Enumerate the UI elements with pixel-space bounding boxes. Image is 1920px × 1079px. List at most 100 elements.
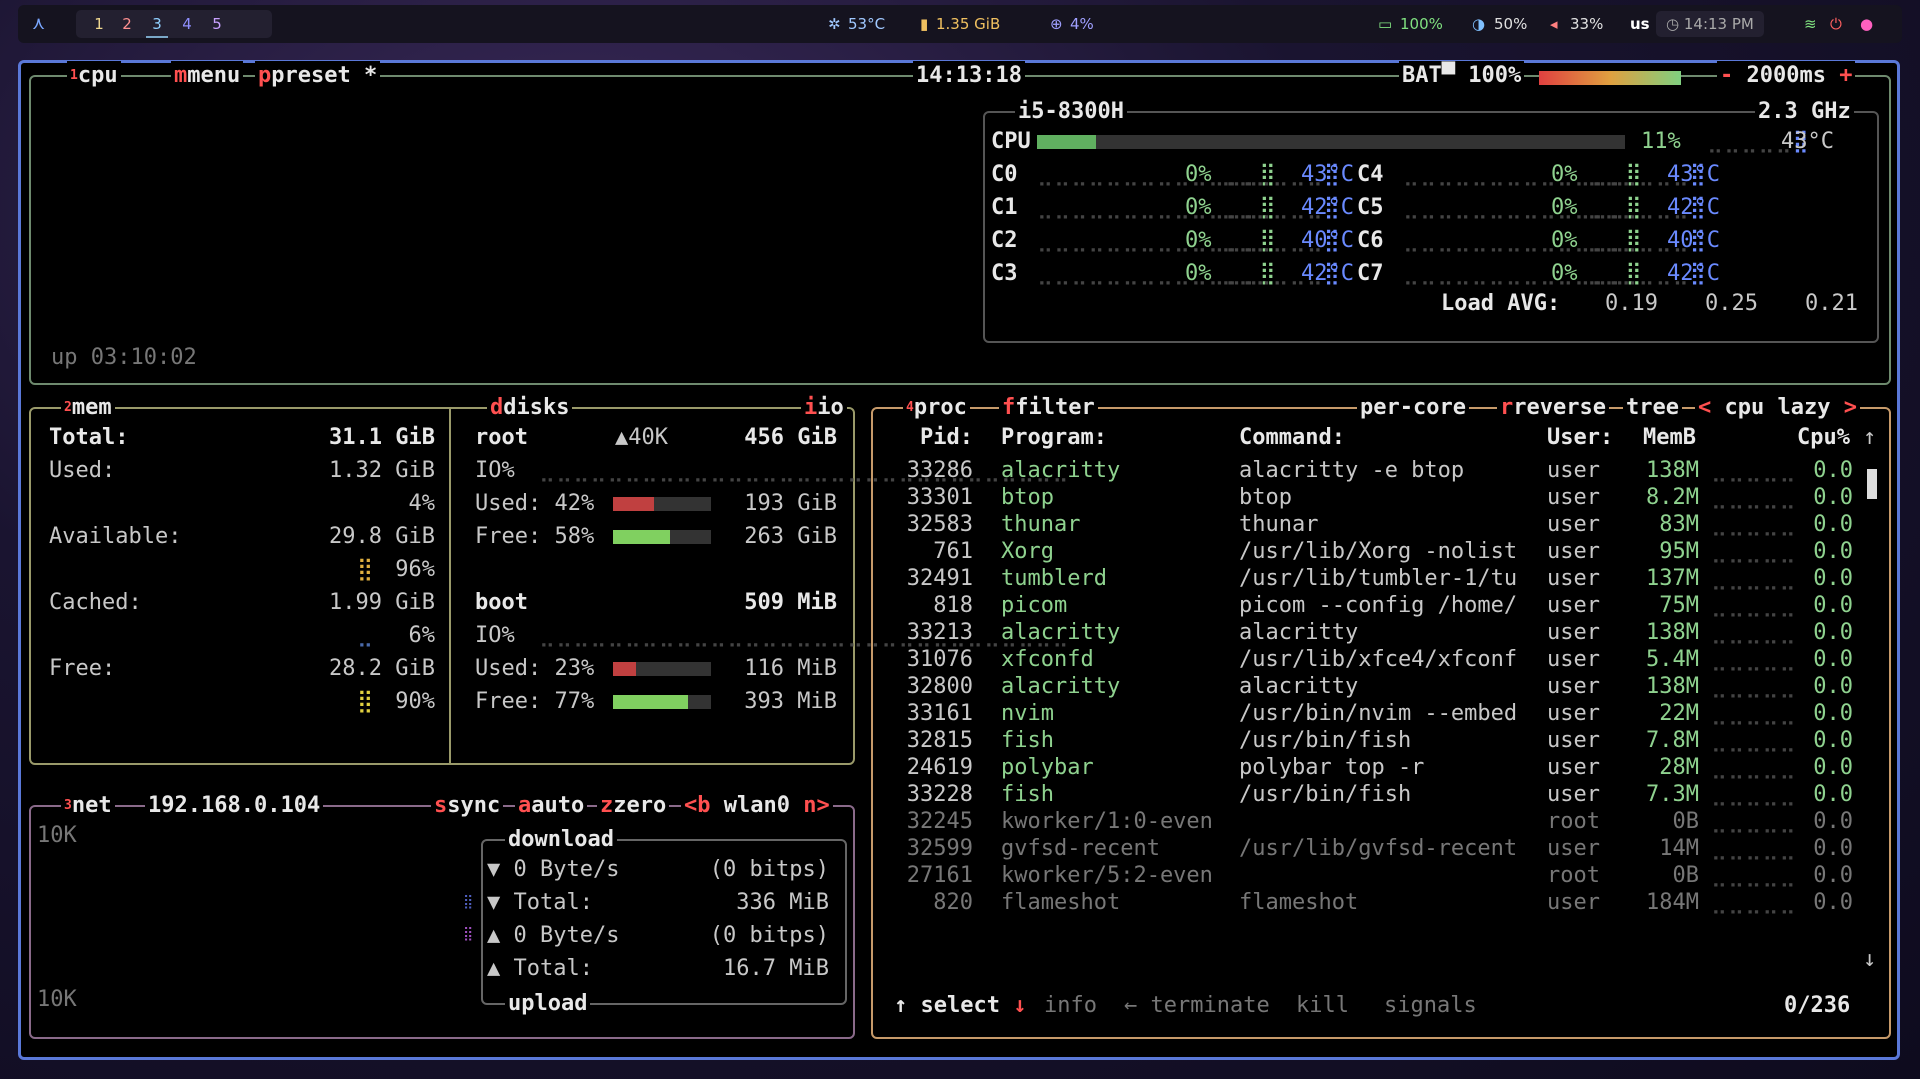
proc-user: user — [1547, 458, 1600, 483]
load-avg-label: Load AVG: — [1441, 291, 1561, 316]
proc-reverse-toggle[interactable]: rreverse — [1497, 393, 1609, 423]
disks-panel-title[interactable]: ddisks — [487, 393, 573, 423]
scroll-up-icon[interactable]: ↑ — [1863, 423, 1876, 453]
arch-logo-icon[interactable]: ⋏ — [32, 5, 45, 43]
proc-cpu: 0.0 — [1813, 485, 1853, 510]
mem-cached-value: 1.99 GiB — [329, 590, 435, 615]
proc-row[interactable]: 31076 xfconfd/usr/lib/xfce4/xfconf user 5.4… — [873, 645, 1889, 675]
net-panel-title[interactable]: 3net — [61, 791, 115, 821]
proc-row[interactable]: 818 picom picom --config /home/user 75M ⣀⣀⣀⣀… — [873, 591, 1889, 621]
proc-info-button[interactable]: info — [1041, 991, 1100, 1021]
proc-sort-selector[interactable]: < cpu lazy > — [1695, 393, 1860, 423]
proc-user: user — [1547, 593, 1600, 618]
proc-row[interactable]: 24619 polybar polybar top -r user 28M ⣀⣀⣀⣀⣀ 0.… — [873, 753, 1889, 783]
proc-header-command[interactable]: Command: — [1239, 423, 1345, 453]
proc-tree-toggle[interactable]: tree — [1623, 393, 1682, 423]
proc-program: tumblerd — [1001, 566, 1107, 591]
disk-root-name: root — [475, 425, 528, 450]
upload-rate: ▲ 0 Byte/s — [487, 923, 620, 948]
disk-root-used-value: 193 GiB — [744, 491, 837, 516]
download-total: 336 MiB — [736, 890, 829, 915]
proc-row[interactable]: 32815 fish/usr/bin/fish user 7.8M ⣀⣀⣀⣀⣀ 0.0 — [873, 726, 1889, 756]
cpu-clock: 14:13:18 — [913, 61, 1025, 91]
proc-user: user — [1547, 782, 1600, 807]
proc-filter-button[interactable]: ffilter — [999, 393, 1098, 423]
proc-per-core-toggle[interactable]: per-core — [1357, 393, 1469, 423]
proc-program: kworker/5:2-even — [1001, 863, 1213, 888]
brightness-value[interactable]: 50% — [1494, 5, 1527, 43]
menu-button[interactable]: mmenu — [171, 61, 244, 91]
proc-pid: 818 — [933, 593, 973, 618]
proc-panel-title[interactable]: 4proc — [903, 393, 970, 423]
proc-user: user — [1547, 620, 1600, 645]
cpu-panel: 1cpu mmenu ppreset * 14:13:18 BAT▀ 100% … — [29, 61, 1891, 385]
proc-row[interactable]: 32599 gvfsd-recent/usr/lib/gvfsd-recent us… — [873, 834, 1889, 864]
proc-row[interactable]: 820 flameshot flameshot user 184M ⣀⣀⣀⣀⣀ 0.0 — [873, 888, 1889, 918]
proc-row[interactable]: 33228 fish/usr/bin/fish user 7.3M ⣀⣀⣀⣀⣀ 0.0 — [873, 780, 1889, 810]
proc-mem: 0B — [1672, 863, 1700, 888]
proc-header-cpu[interactable]: Cpu% — [1797, 423, 1850, 453]
proc-kill-button[interactable]: kill — [1293, 991, 1352, 1021]
workspace-5[interactable]: 5 — [206, 10, 228, 38]
mem-cached-label: Cached: — [49, 590, 142, 615]
disk-root-free-label: Free: 58% — [475, 524, 595, 549]
proc-scrollbar[interactable] — [1867, 469, 1877, 499]
cpu-core-temp: 40°C — [1667, 228, 1720, 253]
btop-terminal: 1cpu mmenu ppreset * 14:13:18 BAT▀ 100% … — [18, 60, 1900, 1060]
disks-io-toggle[interactable]: iio — [801, 393, 847, 423]
battery-label: BAT▀ 100% — [1399, 61, 1525, 91]
cpu-core-name: C3 — [991, 261, 1018, 286]
workspace-1[interactable]: 1 — [88, 10, 110, 38]
net-interface-selector[interactable]: <b wlan0 n> — [681, 791, 833, 821]
proc-header-pid[interactable]: Pid: — [883, 423, 973, 453]
wifi-icon[interactable]: ≋ — [1804, 5, 1817, 43]
proc-row[interactable]: 33286 alacritty alacritty -e btop user 138M ⣀… — [873, 456, 1889, 486]
proc-signals-button[interactable]: signals — [1381, 991, 1480, 1021]
workspace-2[interactable]: 2 — [116, 10, 138, 38]
proc-program: xfconfd — [1001, 647, 1094, 672]
proc-cpu-graph: ⣀⣀⣀⣀⣀ — [1711, 512, 1797, 537]
proc-cpu-graph: ⣀⣀⣀⣀⣀ — [1711, 809, 1797, 834]
disk-root-io-rate: ▲40K — [615, 425, 668, 450]
proc-program: Xorg — [1001, 539, 1054, 564]
proc-mem: 5.4M — [1646, 647, 1699, 672]
net-auto-toggle[interactable]: aauto — [515, 791, 588, 821]
workspace-4[interactable]: 4 — [176, 10, 198, 38]
scroll-down-icon[interactable]: ↓ — [1863, 945, 1876, 975]
proc-pid: 33301 — [906, 485, 973, 510]
cpu-panel-title[interactable]: 1cpu — [67, 61, 121, 91]
proc-row[interactable]: 761 Xorg/usr/lib/Xorg -nolist user 95M ⣀⣀⣀⣀⣀… — [873, 537, 1889, 567]
cpu-total-temp: 43°C — [1781, 129, 1834, 154]
interval-control[interactable]: - 2000ms + — [1717, 61, 1856, 91]
disk-boot-free-value: 393 MiB — [744, 689, 837, 714]
proc-row[interactable]: 33301 btop btop user 8.2M ⣀⣀⣀⣀⣀ 0.0 — [873, 483, 1889, 513]
proc-pid: 31076 — [906, 647, 973, 672]
color-picker-icon[interactable]: ● — [1860, 5, 1873, 43]
clock-pill[interactable]: ◷ 14:13 PM — [1656, 11, 1764, 37]
proc-header-user[interactable]: User: — [1547, 423, 1613, 453]
proc-row[interactable]: 33213 alacritty alacritty user 138M ⣀⣀⣀⣀⣀ 0.0 — [873, 618, 1889, 648]
net-sync-toggle[interactable]: ssync — [431, 791, 504, 821]
keyboard-layout[interactable]: us — [1630, 5, 1650, 43]
proc-row[interactable]: 27161 kworker/5:2-even root 0B ⣀⣀⣀⣀⣀ 0.0 — [873, 861, 1889, 891]
proc-program: alacritty — [1001, 674, 1121, 699]
net-zero-toggle[interactable]: zzero — [597, 791, 670, 821]
proc-select-button[interactable]: ↑ select ↓ — [891, 991, 1030, 1021]
proc-header-program[interactable]: Program: — [1001, 423, 1107, 453]
proc-program: flameshot — [1001, 890, 1121, 915]
proc-row[interactable]: 32800 alacritty alacritty user 138M ⣀⣀⣀⣀⣀ 0.0 — [873, 672, 1889, 702]
proc-row[interactable]: 32245 kworker/1:0-even root 0B ⣀⣀⣀⣀⣀ 0.0 — [873, 807, 1889, 837]
volume-value[interactable]: 33% — [1570, 5, 1603, 43]
power-icon[interactable]: ⏻ — [1830, 5, 1842, 43]
proc-header-mem[interactable]: MemB — [1643, 423, 1696, 453]
proc-cpu: 0.0 — [1813, 593, 1853, 618]
proc-pid: 27161 — [906, 863, 973, 888]
proc-row[interactable]: 32583 thunar thunar user 83M ⣀⣀⣀⣀⣀ 0.0 — [873, 510, 1889, 540]
preset-button[interactable]: ppreset * — [255, 61, 381, 91]
mem-panel-title[interactable]: 2mem — [61, 393, 115, 423]
proc-row[interactable]: 32491 tumblerd/usr/lib/tumbler-1/tu user 13… — [873, 564, 1889, 594]
proc-terminate-button[interactable]: ← terminate — [1121, 991, 1273, 1021]
proc-cpu: 0.0 — [1813, 728, 1853, 753]
workspace-3[interactable]: 3 — [146, 10, 168, 38]
proc-row[interactable]: 33161 nvim/usr/bin/nvim --embed user 22M ⣀⣀⣀… — [873, 699, 1889, 729]
